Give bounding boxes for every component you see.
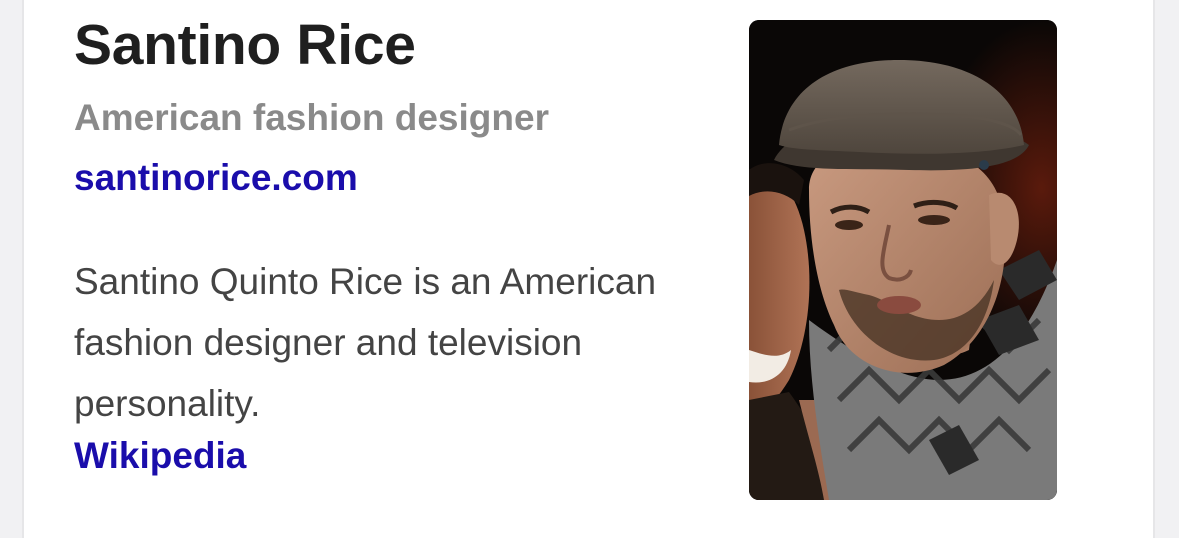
wikipedia-link[interactable]: Wikipedia [74,435,246,477]
entity-title: Santino Rice [74,13,416,77]
knowledge-panel-card: Santino Rice American fashion designer s… [22,0,1155,538]
entity-photo[interactable] [749,20,1057,500]
entity-subtitle: American fashion designer [74,97,549,138]
website-link[interactable]: santinorice.com [74,157,358,199]
portrait-image [749,20,1057,500]
entity-description: Santino Quinto Rice is an American fashi… [74,261,657,424]
